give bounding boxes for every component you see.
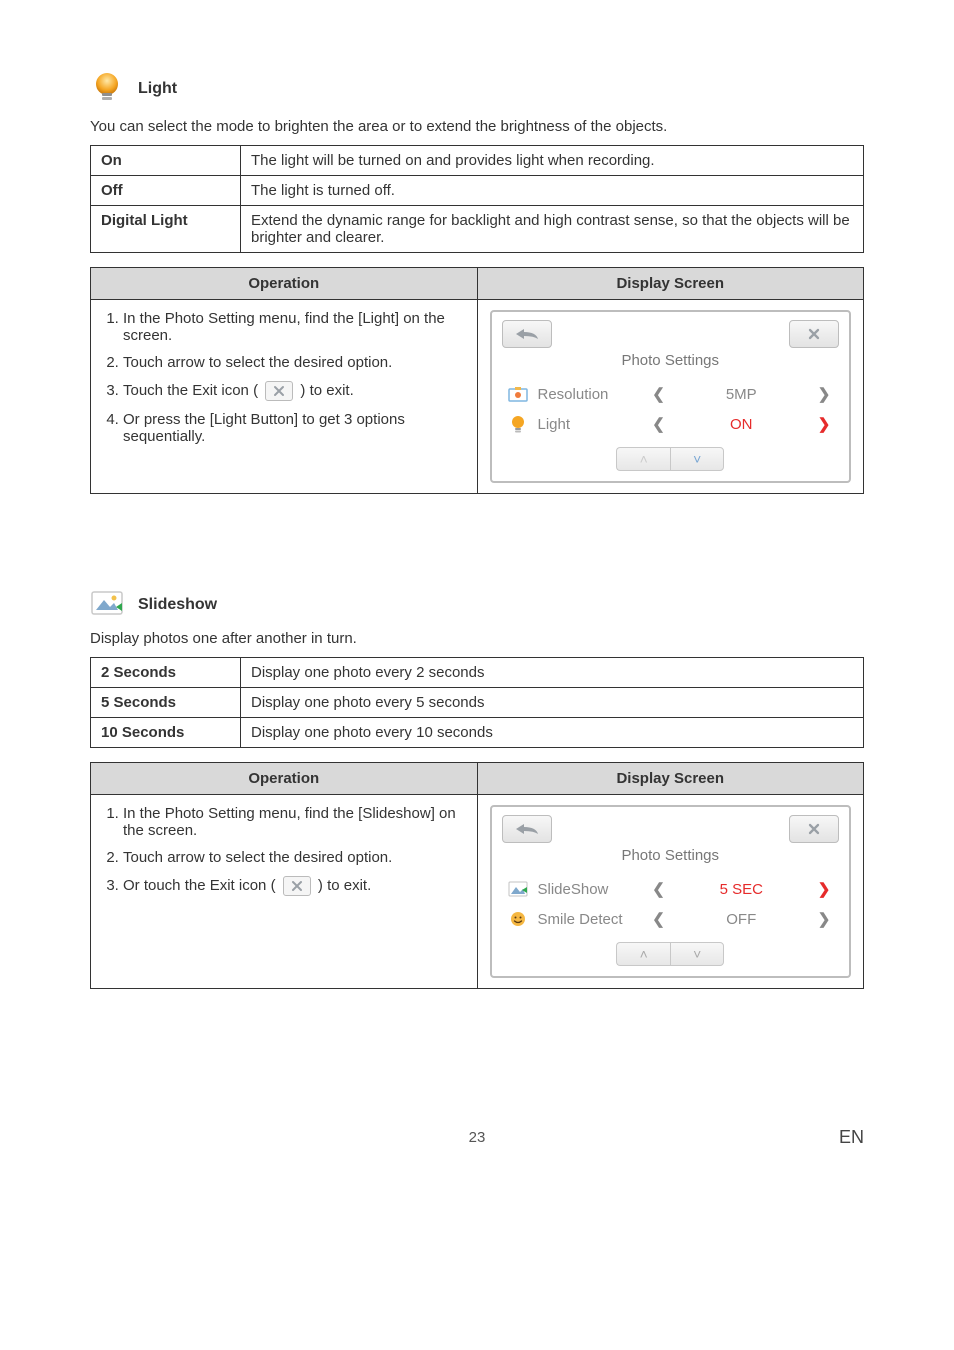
display-screen-header: Display Screen (477, 268, 864, 300)
table-row: Digital Light Extend the dynamic range f… (91, 206, 864, 253)
smile-detect-label: Smile Detect (538, 911, 648, 928)
opt-off-val: The light is turned off. (241, 176, 864, 206)
page-number: 23 (90, 1129, 864, 1146)
close-button[interactable] (789, 815, 839, 843)
slideshow-section-header: Slideshow (90, 590, 864, 620)
next-arrow[interactable]: ❯ (813, 415, 835, 433)
light-operation-table: Operation Display Screen In the Photo Se… (90, 267, 864, 494)
light-steps-cell: In the Photo Setting menu, find the [Lig… (91, 300, 478, 494)
exit-icon (283, 876, 311, 896)
display-screen-header: Display Screen (477, 763, 864, 795)
table-row: On The light will be turned on and provi… (91, 146, 864, 176)
light-section-header: Light (90, 70, 864, 108)
light-step-2: Touch arrow to select the desired option… (123, 354, 465, 371)
operation-header: Operation (91, 268, 478, 300)
slideshow-label: SlideShow (538, 881, 648, 898)
panel-title: Photo Settings (492, 845, 850, 874)
exit-icon (265, 381, 293, 401)
nav-up-button[interactable]: ˄ (616, 942, 670, 966)
light-row: Light ❮ ON ❯ (492, 409, 850, 439)
prev-arrow[interactable]: ❮ (648, 910, 670, 928)
slideshow-step-3: Or touch the Exit icon ( ) to exit. (123, 876, 465, 896)
opt-digital-key: Digital Light (91, 206, 241, 253)
resolution-row: Resolution ❮ 5MP ❯ (492, 379, 850, 409)
slideshow-small-icon (506, 881, 530, 897)
next-arrow[interactable]: ❯ (813, 880, 835, 898)
light-screen-cell: Photo Settings Resolution ❮ 5MP ❯ Light … (477, 300, 864, 494)
operation-header: Operation (91, 763, 478, 795)
resolution-label: Resolution (538, 386, 648, 403)
next-arrow[interactable]: ❯ (813, 385, 835, 403)
light-title: Light (138, 80, 177, 98)
panel-title: Photo Settings (492, 350, 850, 379)
light-intro: You can select the mode to brighten the … (90, 118, 864, 135)
language-label: EN (839, 1127, 864, 1148)
smile-detect-row: Smile Detect ❮ OFF ❯ (492, 904, 850, 934)
slideshow-steps-cell: In the Photo Setting menu, find the [Sli… (91, 795, 478, 989)
slideshow-intro: Display photos one after another in turn… (90, 630, 864, 647)
next-arrow[interactable]: ❯ (813, 910, 835, 928)
smile-detect-value: OFF (670, 911, 814, 928)
light-options-table: On The light will be turned on and provi… (90, 145, 864, 253)
table-row: 10 Seconds Display one photo every 10 se… (91, 718, 864, 748)
opt-digital-val: Extend the dynamic range for backlight a… (241, 206, 864, 253)
slideshow-options-table: 2 Seconds Display one photo every 2 seco… (90, 657, 864, 748)
opt-10s-val: Display one photo every 10 seconds (241, 718, 864, 748)
table-row: Off The light is turned off. (91, 176, 864, 206)
prev-arrow[interactable]: ❮ (648, 880, 670, 898)
opt-5s-val: Display one photo every 5 seconds (241, 688, 864, 718)
light-label: Light (538, 416, 648, 433)
light-step-3: Touch the Exit icon ( ) to exit. (123, 381, 465, 401)
light-step-1: In the Photo Setting menu, find the [Lig… (123, 310, 465, 344)
smile-icon (506, 910, 530, 928)
opt-2s-val: Display one photo every 2 seconds (241, 658, 864, 688)
light-value: ON (670, 416, 814, 433)
opt-on-key: On (91, 146, 241, 176)
close-button[interactable] (789, 320, 839, 348)
nav-up-button[interactable]: ˄ (616, 447, 670, 471)
slideshow-row: SlideShow ❮ 5 SEC ❯ (492, 874, 850, 904)
opt-5s-key: 5 Seconds (91, 688, 241, 718)
slideshow-step-2: Touch arrow to select the desired option… (123, 849, 465, 866)
page-footer: 23 EN (90, 1129, 864, 1146)
light-step-4: Or press the [Light Button] to get 3 opt… (123, 411, 465, 445)
prev-arrow[interactable]: ❮ (648, 415, 670, 433)
back-button[interactable] (502, 320, 552, 348)
opt-on-val: The light will be turned on and provides… (241, 146, 864, 176)
resolution-value: 5MP (670, 386, 814, 403)
lightbulb-small-icon (506, 415, 530, 433)
photo-settings-panel: Photo Settings SlideShow ❮ 5 SEC ❯ Smile… (490, 805, 852, 978)
lightbulb-icon (90, 70, 124, 108)
prev-arrow[interactable]: ❮ (648, 385, 670, 403)
slideshow-step-1: In the Photo Setting menu, find the [Sli… (123, 805, 465, 839)
photo-settings-panel: Photo Settings Resolution ❮ 5MP ❯ Light … (490, 310, 852, 483)
opt-off-key: Off (91, 176, 241, 206)
slideshow-operation-table: Operation Display Screen In the Photo Se… (90, 762, 864, 989)
back-button[interactable] (502, 815, 552, 843)
table-row: 2 Seconds Display one photo every 2 seco… (91, 658, 864, 688)
slideshow-icon (90, 590, 124, 620)
slideshow-value: 5 SEC (670, 881, 814, 898)
slideshow-title: Slideshow (138, 596, 217, 614)
opt-10s-key: 10 Seconds (91, 718, 241, 748)
nav-down-button[interactable]: ˅ (670, 447, 724, 471)
opt-2s-key: 2 Seconds (91, 658, 241, 688)
slideshow-screen-cell: Photo Settings SlideShow ❮ 5 SEC ❯ Smile… (477, 795, 864, 989)
resolution-icon (506, 386, 530, 402)
table-row: 5 Seconds Display one photo every 5 seco… (91, 688, 864, 718)
nav-down-button[interactable]: ˅ (670, 942, 724, 966)
